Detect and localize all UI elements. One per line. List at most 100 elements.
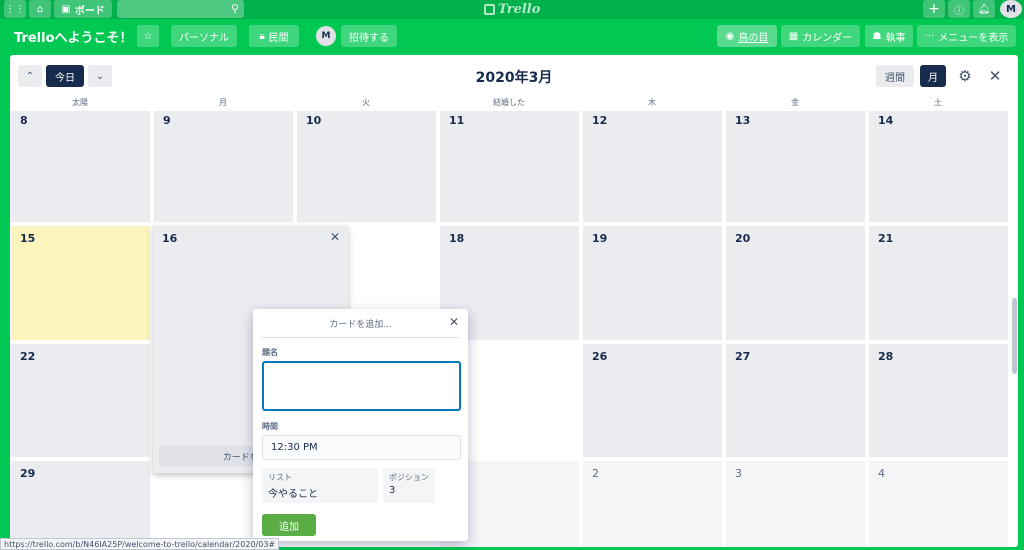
close-calendar-button[interactable]: ✕ xyxy=(984,65,1006,87)
time-input[interactable]: 12:30 PM xyxy=(262,435,461,460)
day-cell[interactable]: 13 xyxy=(726,111,865,222)
day-cell[interactable]: 26 xyxy=(583,344,722,457)
day-cell[interactable]: 9 xyxy=(154,111,293,222)
day-number: 26 xyxy=(592,350,608,363)
search-input[interactable]: ⚲ xyxy=(117,0,244,18)
list-select-label: リスト xyxy=(268,473,292,482)
weekday-sat: 土 xyxy=(934,98,942,107)
day-number: 29 xyxy=(20,467,36,480)
boards-button[interactable]: ▣ ボード xyxy=(54,0,112,18)
day-cell[interactable]: 21 xyxy=(869,226,1008,340)
day-number: 14 xyxy=(878,114,894,127)
day-cell[interactable]: 12 xyxy=(583,111,722,222)
day-cell[interactable]: 8 xyxy=(11,111,150,222)
position-select-value: 3 xyxy=(389,485,396,496)
weekday-wed: 結婚した xyxy=(493,98,525,107)
star-button[interactable]: ☆ xyxy=(137,25,159,47)
card-name-input[interactable] xyxy=(262,361,461,411)
day-number: 28 xyxy=(878,350,894,363)
calendar-panel: ⌃ 今日 ⌄ 2020年3月 週間 月 ⚙ ✕ 太陽 月 火 結婚した 木 金 … xyxy=(10,55,1018,547)
calendar-label: カレンダー xyxy=(802,32,853,44)
close-icon[interactable]: ✕ xyxy=(330,230,340,244)
eye-icon: ◉ xyxy=(725,30,735,42)
day-number: 13 xyxy=(735,114,751,127)
watch-button[interactable]: ◉ 鳥の目 xyxy=(717,25,777,47)
butler-button[interactable]: ☗ 執事 xyxy=(865,25,913,47)
menu-label: メニューを表示 xyxy=(938,32,1009,44)
day-cell[interactable]: 11 xyxy=(440,111,579,222)
notifications-button[interactable]: 🔔︎ xyxy=(973,0,995,18)
plus-icon: + xyxy=(928,1,940,17)
day-cell[interactable]: 20 xyxy=(726,226,865,340)
info-button[interactable]: ⓘ xyxy=(948,0,970,18)
list-select[interactable]: リスト 今やること xyxy=(262,468,378,503)
day-number: 9 xyxy=(163,114,171,127)
calendar-button[interactable]: ▦ カレンダー xyxy=(781,25,860,47)
add-button[interactable]: 追加 xyxy=(262,514,316,536)
scrollbar[interactable] xyxy=(1012,298,1017,374)
time-label: 時間 xyxy=(262,422,278,431)
day-cell[interactable]: 28 xyxy=(869,344,1008,457)
team-label: パーソナル xyxy=(179,32,229,44)
more-icon: ··· xyxy=(924,30,935,42)
day-number: 19 xyxy=(592,232,608,245)
list-select-value: 今やること xyxy=(268,489,318,500)
popover-title: カードを追加... xyxy=(329,320,392,330)
day-cell-next-month[interactable]: 3 xyxy=(726,461,865,547)
bell-icon: 🔔︎ xyxy=(977,3,991,15)
visibility-button[interactable]: 🔒︎ 民間 xyxy=(249,25,299,47)
home-button[interactable]: ⌂ xyxy=(29,0,51,18)
board-title[interactable]: Trelloへようこそ！ xyxy=(14,27,133,46)
close-icon: ✕ xyxy=(448,315,459,329)
watch-label: 鳥の目 xyxy=(738,32,769,44)
day-cell[interactable]: 27 xyxy=(726,344,865,457)
close-popover-button[interactable]: ✕ xyxy=(449,315,459,329)
day-number: 20 xyxy=(735,232,751,245)
invite-button[interactable]: 招待する xyxy=(341,25,397,47)
show-menu-button[interactable]: ··· メニューを表示 xyxy=(917,25,1016,47)
divider xyxy=(262,337,459,338)
trello-logo[interactable]: Trello xyxy=(484,0,540,18)
board-icon: ▣ xyxy=(61,3,71,15)
day-number: 4 xyxy=(878,467,885,480)
day-cell-next-month[interactable]: 2 xyxy=(583,461,722,547)
day-cell[interactable]: 19 xyxy=(583,226,722,340)
apps-button[interactable]: ⋮⋮ xyxy=(4,0,26,18)
trello-logo-icon xyxy=(484,3,495,15)
day-number: 15 xyxy=(20,232,36,245)
day-number: 16 xyxy=(162,232,178,245)
day-number: 8 xyxy=(20,114,28,127)
day-number: 3 xyxy=(735,467,742,480)
gear-icon: ⚙ xyxy=(958,67,972,85)
board-header: Trelloへようこそ！ ☆ パーソナル 🔒︎ 民間 M 招待する ◉ 鳥の目 … xyxy=(0,19,1024,53)
name-label: 題名 xyxy=(262,348,278,357)
info-icon: ⓘ xyxy=(954,5,964,17)
day-cell-today[interactable]: 15 xyxy=(11,226,150,340)
lock-icon: 🔒︎ xyxy=(259,30,265,42)
create-button[interactable]: + xyxy=(923,0,945,18)
day-cell[interactable]: 14 xyxy=(869,111,1008,222)
day-number: 12 xyxy=(592,114,608,127)
butler-icon: ☗ xyxy=(872,30,882,42)
day-cell[interactable]: 10 xyxy=(297,111,436,222)
weekday-mon: 月 xyxy=(219,98,227,107)
grid-icon: ⋮⋮ xyxy=(5,3,25,15)
day-cell[interactable]: 22 xyxy=(11,344,150,457)
day-number: 11 xyxy=(449,114,465,127)
day-cell-next-month[interactable]: 4 xyxy=(869,461,1008,547)
day-number: 22 xyxy=(20,350,36,363)
position-select[interactable]: ポジション 3 xyxy=(383,468,435,503)
weekday-fri: 金 xyxy=(791,98,799,107)
settings-button[interactable]: ⚙ xyxy=(954,65,976,87)
weekday-tue: 火 xyxy=(362,98,370,107)
month-view-button[interactable]: 月 xyxy=(920,65,946,87)
calendar-icon: ▦ xyxy=(788,30,799,42)
day-cell[interactable]: 29 xyxy=(11,461,150,547)
day-number: 21 xyxy=(878,232,894,245)
week-view-button[interactable]: 週間 xyxy=(876,65,914,87)
top-nav: ⋮⋮ ⌂ ▣ ボード ⚲ Trello + ⓘ 🔔︎ M xyxy=(0,0,1024,19)
team-button[interactable]: パーソナル xyxy=(171,25,237,47)
member-avatar[interactable]: M xyxy=(316,26,336,46)
visibility-label: 民間 xyxy=(268,32,289,44)
user-avatar[interactable]: M xyxy=(1000,0,1022,18)
